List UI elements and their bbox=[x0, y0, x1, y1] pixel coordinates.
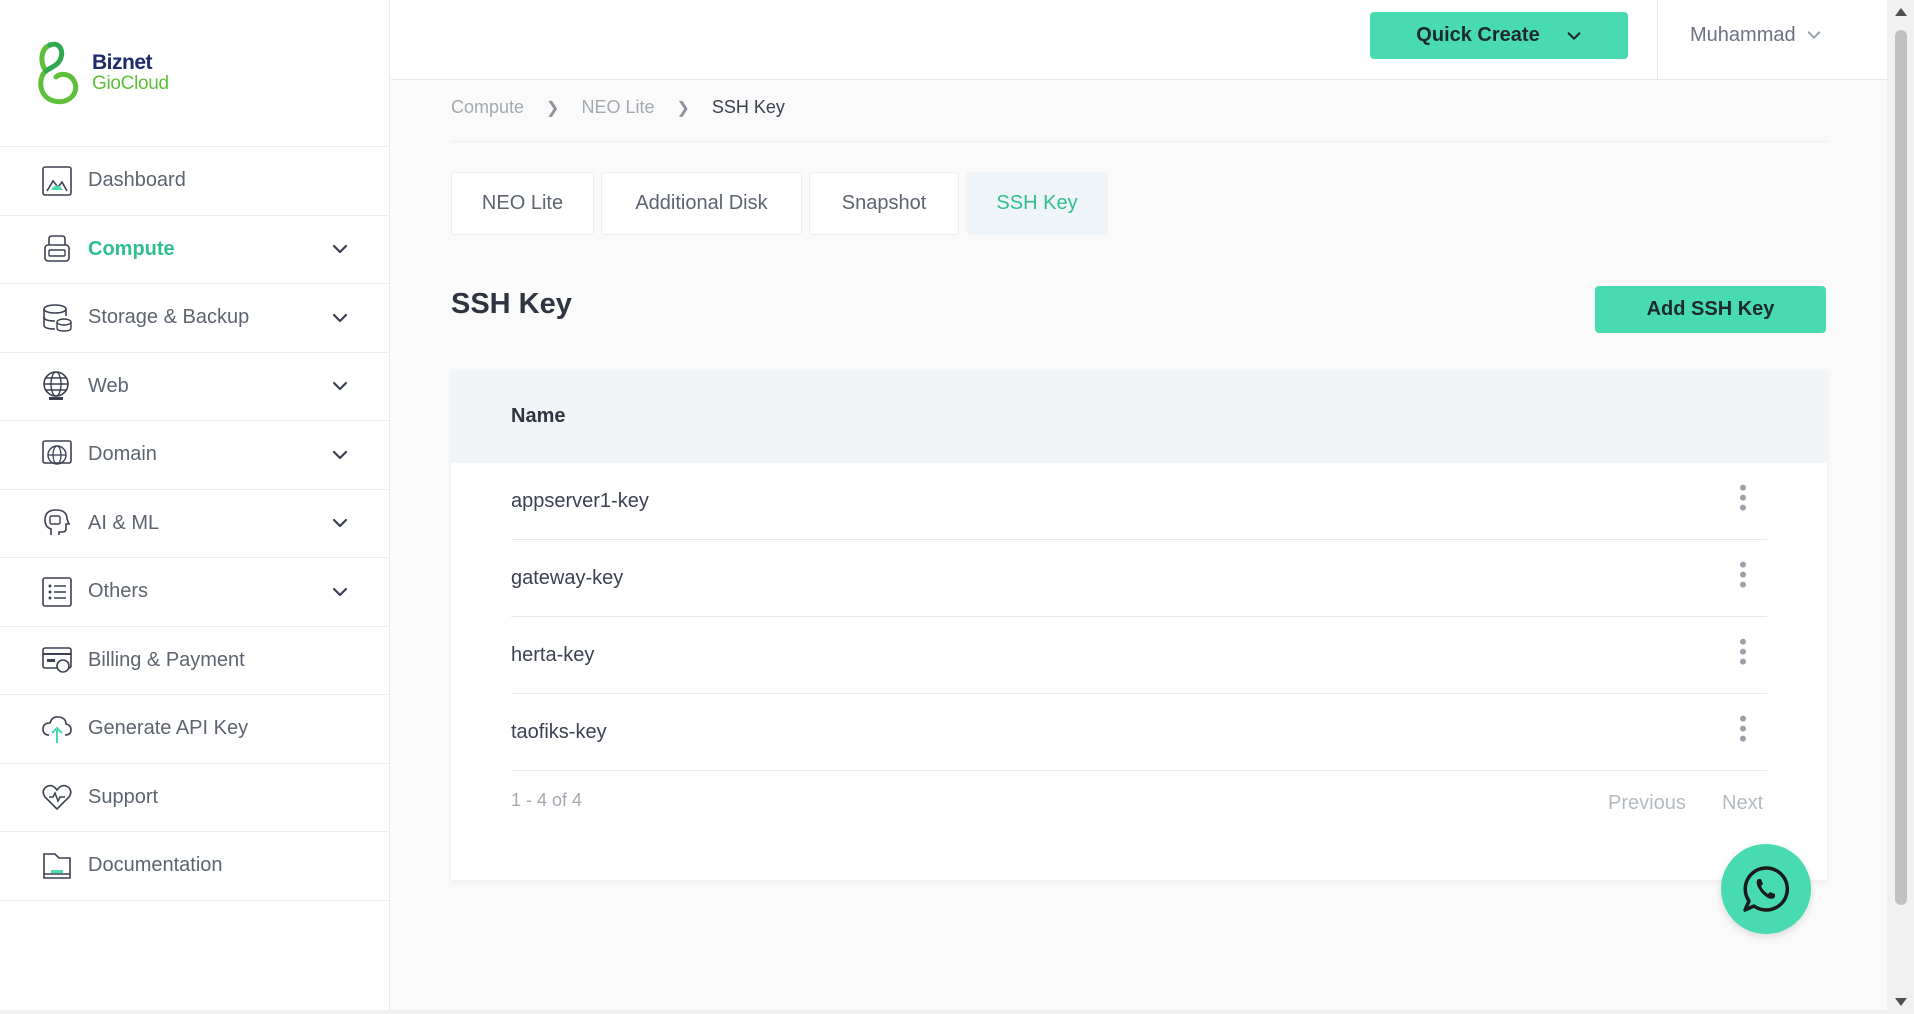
brand-line2: GioCloud bbox=[92, 73, 169, 94]
chevron-down-icon bbox=[332, 245, 348, 254]
table-row: taofiks-key bbox=[511, 694, 1767, 771]
sidebar-item-domain[interactable]: Domain bbox=[0, 421, 389, 490]
biznet-logo-icon bbox=[38, 41, 79, 105]
chevron-down-icon bbox=[332, 450, 348, 459]
sidebar-item-dashboard[interactable]: Dashboard bbox=[0, 147, 389, 216]
compute-icon bbox=[40, 232, 74, 266]
header-divider bbox=[1657, 0, 1658, 80]
brand-line1: Biznet bbox=[92, 51, 152, 74]
ai-head-icon bbox=[40, 506, 74, 540]
support-heart-icon bbox=[40, 780, 74, 814]
sidebar-item-billing-payment[interactable]: Billing & Payment bbox=[0, 627, 389, 695]
add-ssh-key-button[interactable]: Add SSH Key bbox=[1595, 286, 1826, 333]
chevron-down-icon bbox=[332, 519, 348, 528]
column-header-name[interactable]: Name bbox=[511, 405, 565, 428]
pagination-info: 1 - 4 of 4 bbox=[511, 790, 583, 810]
folder-icon bbox=[40, 849, 74, 883]
page-title: SSH Key bbox=[451, 288, 572, 320]
sidebar-item-label: AI & ML bbox=[88, 511, 160, 534]
cloud-upload-icon bbox=[40, 712, 74, 746]
breadcrumb: Compute ❯ NEO Lite ❯ SSH Key bbox=[451, 97, 785, 118]
brand-text: Biznet GioCloud bbox=[92, 52, 169, 94]
tab-snapshot[interactable]: Snapshot bbox=[809, 172, 959, 235]
table-row: appserver1-key bbox=[511, 463, 1767, 540]
row-name: herta-key bbox=[511, 643, 595, 666]
table-header: Name bbox=[451, 370, 1827, 463]
breadcrumb-compute[interactable]: Compute bbox=[451, 97, 524, 118]
tab-ssh-key[interactable]: SSH Key bbox=[966, 172, 1108, 235]
chevron-down-icon bbox=[1567, 31, 1581, 40]
sidebar-item-label: Others bbox=[88, 580, 149, 603]
kebab-menu-icon[interactable] bbox=[1733, 635, 1753, 669]
dashboard-icon bbox=[40, 164, 74, 198]
quick-create-label: Quick Create bbox=[1416, 24, 1540, 46]
breadcrumb-neo-lite[interactable]: NEO Lite bbox=[581, 97, 654, 118]
sidebar-item-label: Storage & Backup bbox=[88, 306, 250, 329]
user-name: Muhammad bbox=[1690, 23, 1796, 46]
sidebar-item-label: Generate API Key bbox=[88, 717, 249, 740]
row-name: taofiks-key bbox=[511, 720, 607, 743]
sidebar-item-label: Web bbox=[88, 374, 129, 397]
sidebar-item-documentation[interactable]: Documentation bbox=[0, 832, 389, 901]
row-name: appserver1-key bbox=[511, 489, 649, 512]
previous-page-button[interactable]: Previous bbox=[1608, 792, 1686, 815]
billing-card-icon bbox=[40, 643, 74, 677]
user-menu[interactable]: Muhammad bbox=[1690, 0, 1822, 70]
horizontal-scrollbar bbox=[0, 1010, 1887, 1014]
brand-logo[interactable]: Biznet GioCloud bbox=[0, 0, 389, 147]
chevron-down-icon bbox=[1807, 31, 1820, 39]
whatsapp-chat-button[interactable] bbox=[1721, 844, 1811, 934]
scroll-up-icon[interactable] bbox=[1895, 8, 1907, 16]
storage-icon bbox=[40, 301, 74, 335]
sidebar-item-storage-backup[interactable]: Storage & Backup bbox=[0, 284, 389, 353]
sidebar-item-label: Billing & Payment bbox=[88, 648, 245, 671]
top-header: Quick Create Muhammad bbox=[391, 0, 1887, 80]
sidebar-item-web[interactable]: Web bbox=[0, 353, 389, 421]
kebab-menu-icon[interactable] bbox=[1733, 712, 1753, 746]
quick-create-button[interactable]: Quick Create bbox=[1370, 12, 1628, 59]
row-name: gateway-key bbox=[511, 566, 624, 589]
domain-globe-icon bbox=[40, 438, 74, 472]
sidebar-item-generate-api-key[interactable]: Generate API Key bbox=[0, 695, 389, 764]
next-page-button[interactable]: Next bbox=[1722, 792, 1763, 815]
kebab-menu-icon[interactable] bbox=[1733, 481, 1753, 515]
tab-neo-lite[interactable]: NEO Lite bbox=[451, 172, 594, 235]
list-icon bbox=[40, 575, 74, 609]
ssh-key-table: Name appserver1-key gateway-key herta-ke… bbox=[451, 370, 1827, 880]
chevron-down-icon bbox=[332, 382, 348, 391]
tab-additional-disk[interactable]: Additional Disk bbox=[601, 172, 802, 235]
sidebar-item-others[interactable]: Others bbox=[0, 558, 389, 627]
sidebar-item-label: Domain bbox=[88, 443, 157, 466]
chevron-down-icon bbox=[332, 587, 348, 596]
divider bbox=[451, 141, 1827, 142]
breadcrumb-ssh-key: SSH Key bbox=[711, 97, 785, 117]
sidebar-item-compute[interactable]: Compute bbox=[0, 216, 389, 284]
whatsapp-icon bbox=[1743, 866, 1790, 912]
tab-bar: NEO Lite Additional Disk Snapshot SSH Ke… bbox=[451, 172, 1115, 235]
vertical-scrollbar[interactable] bbox=[1887, 0, 1914, 1014]
sidebar-item-label: Support bbox=[88, 785, 159, 808]
web-globe-icon bbox=[40, 369, 74, 403]
sidebar-item-label: Compute bbox=[88, 237, 175, 260]
scroll-down-icon[interactable] bbox=[1895, 998, 1907, 1006]
breadcrumb-separator-icon: ❯ bbox=[676, 99, 690, 117]
sidebar: Biznet GioCloud Dashboard Compute Storag… bbox=[0, 0, 390, 1010]
chevron-down-icon bbox=[332, 313, 348, 322]
sidebar-item-ai-ml[interactable]: AI & ML bbox=[0, 490, 389, 558]
sidebar-item-support[interactable]: Support bbox=[0, 764, 389, 832]
sidebar-item-label: Documentation bbox=[88, 854, 223, 877]
sidebar-item-label: Dashboard bbox=[88, 169, 186, 192]
breadcrumb-separator-icon: ❯ bbox=[546, 99, 560, 117]
scrollbar-thumb[interactable] bbox=[1895, 30, 1907, 905]
kebab-menu-icon[interactable] bbox=[1733, 558, 1753, 592]
table-row: gateway-key bbox=[511, 540, 1767, 617]
table-row: herta-key bbox=[511, 617, 1767, 694]
